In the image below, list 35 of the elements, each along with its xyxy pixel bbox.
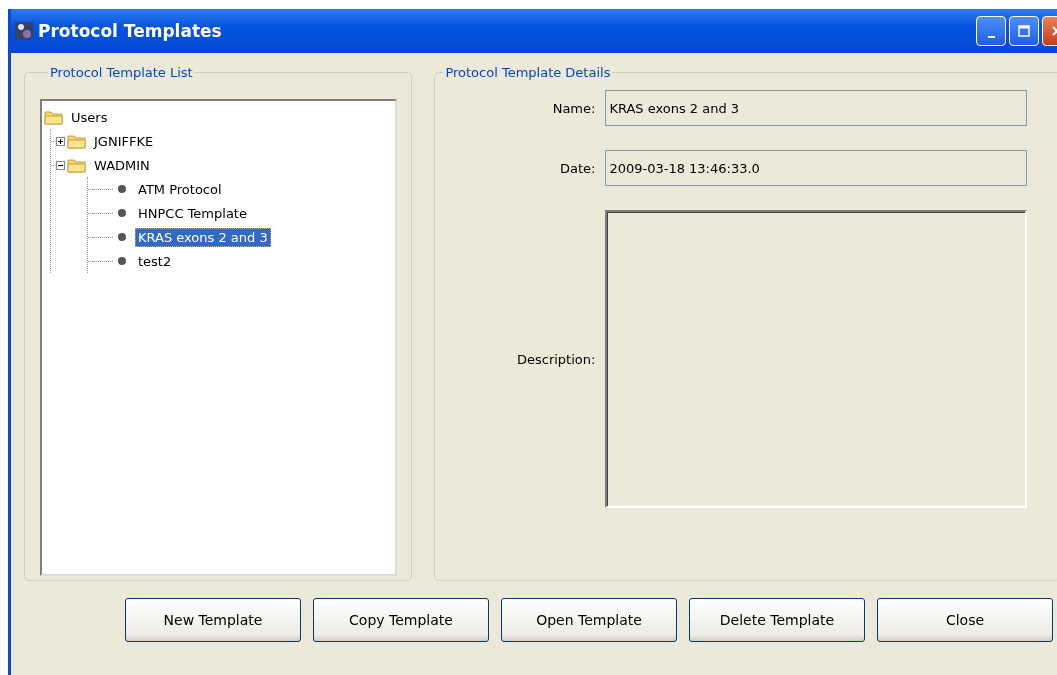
dialog-button[interactable]: Open Template <box>501 598 677 642</box>
app-icon <box>15 22 33 40</box>
tree-item[interactable]: HNPCC Template <box>135 203 250 223</box>
text-field[interactable]: KRAS exons 2 and 3 <box>605 90 1027 126</box>
text-field[interactable]: 2009-03-18 13:46:33.0 <box>605 150 1027 186</box>
window-title: Protocol Templates <box>38 21 222 41</box>
tree-item[interactable]: test2 <box>135 251 175 271</box>
tree-item[interactable]: ATM Protocol <box>135 179 225 199</box>
folder-icon <box>44 109 64 125</box>
group-title: Protocol Template List <box>49 65 194 80</box>
bullet-icon <box>117 232 127 242</box>
dialog-button[interactable]: Copy Template <box>313 598 489 642</box>
minimize-icon <box>987 36 995 38</box>
bullet-icon <box>117 208 127 218</box>
minimize-button[interactable] <box>976 16 1006 46</box>
tree-item[interactable]: Users <box>68 107 111 127</box>
maximize-icon <box>1018 25 1030 37</box>
dialog-button[interactable]: Close <box>877 598 1053 642</box>
folder-icon <box>67 133 87 149</box>
expand-icon[interactable] <box>56 136 65 146</box>
field-label: Description: <box>515 351 596 367</box>
group-title: Protocol Template Details <box>444 65 612 80</box>
field-label: Date: <box>558 160 596 176</box>
collapse-icon[interactable] <box>56 160 65 170</box>
tree-item[interactable]: JGNIFFKE <box>91 131 157 151</box>
dialog-button[interactable]: Delete Template <box>689 598 865 642</box>
dialog-button[interactable]: New Template <box>125 598 301 642</box>
field-label: Name: <box>551 100 596 116</box>
bullet-icon <box>117 184 127 194</box>
maximize-button[interactable] <box>1009 16 1039 46</box>
folder-icon <box>67 157 87 173</box>
tree-item[interactable]: WADMIN <box>91 155 153 175</box>
bullet-icon <box>117 256 127 266</box>
tree-item[interactable]: KRAS exons 2 and 3 <box>135 227 271 247</box>
description-field[interactable] <box>605 210 1027 508</box>
